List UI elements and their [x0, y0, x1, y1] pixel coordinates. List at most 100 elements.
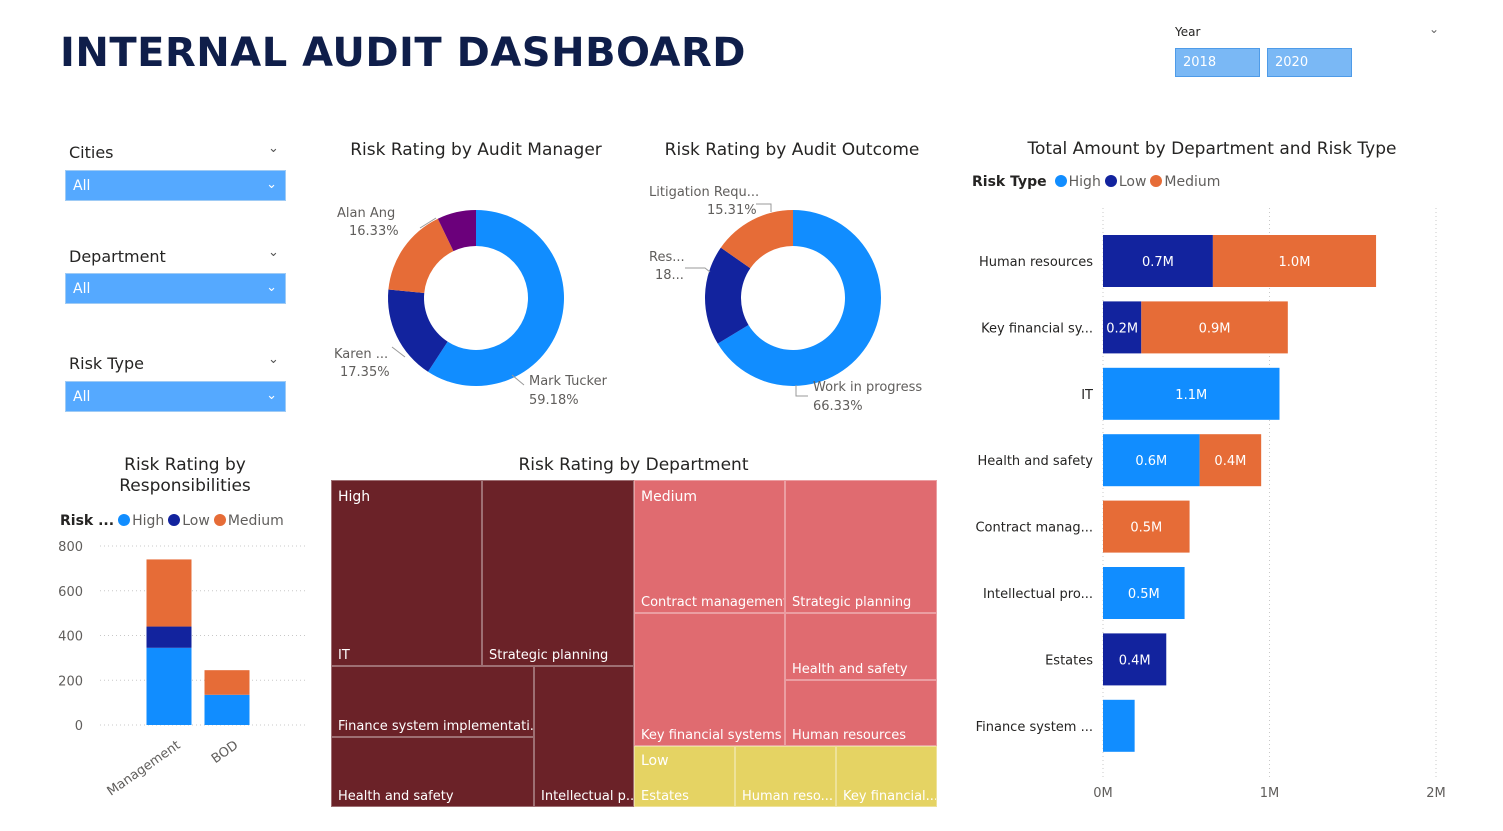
- bar-segment[interactable]: [146, 559, 192, 627]
- bar-segment[interactable]: [204, 694, 250, 725]
- chevron-down-icon[interactable]: ⌄: [268, 352, 279, 367]
- department-dropdown[interactable]: All ⌄: [65, 273, 286, 304]
- amount-legend: Risk Type High Low Medium: [972, 174, 1220, 190]
- y-tick-label: Health and safety: [977, 454, 1093, 469]
- legend-label: Medium: [1164, 174, 1221, 190]
- x-tick-label: Management: [105, 738, 184, 799]
- bar-segment[interactable]: [1103, 699, 1135, 752]
- bar-segment[interactable]: [146, 626, 192, 648]
- bar-segment[interactable]: [204, 670, 250, 695]
- legend-item-high[interactable]: High: [118, 513, 164, 529]
- cities-dropdown-value: All: [73, 178, 91, 194]
- treemap-cell[interactable]: Key financial...: [836, 746, 937, 807]
- x-tick-label: 1M: [1260, 786, 1280, 801]
- legend-label: Medium: [227, 513, 284, 529]
- legend-label: High: [1068, 174, 1101, 190]
- legend-dot-icon: [1104, 175, 1117, 187]
- legend-dot-icon: [1150, 175, 1163, 187]
- responsibilities-legend: Risk ... High Low Medium: [60, 513, 284, 529]
- y-tick-label: Estates: [1045, 653, 1093, 668]
- risk-type-dropdown-value: All: [73, 389, 91, 405]
- year-filter-label: Year: [1175, 25, 1201, 39]
- treemap-cell[interactable]: Human reso...: [735, 746, 836, 807]
- donut-manager-label: Mark Tucker: [529, 374, 607, 389]
- chevron-down-icon: ⌄: [266, 280, 277, 295]
- chevron-down-icon[interactable]: ⌄: [268, 141, 279, 156]
- chevron-down-icon: ⌄: [266, 177, 277, 192]
- bar-segment[interactable]: [146, 647, 192, 725]
- treemap-cell[interactable]: Key financial systems: [634, 613, 785, 746]
- donut-manager-pct: 16.33%: [349, 224, 399, 239]
- donut-outcome-label: Litigation Requ...: [649, 185, 760, 200]
- treemap-cell-label: Contract management: [641, 595, 785, 610]
- data-label: 0.7M: [1142, 255, 1174, 270]
- treemap-cell-label: Health and safety: [792, 662, 908, 677]
- data-label: 0.2M: [1106, 321, 1138, 336]
- chevron-down-icon[interactable]: ⌄: [268, 245, 279, 260]
- x-tick-label: BOD: [209, 738, 241, 767]
- legend-item-low[interactable]: Low: [168, 513, 210, 529]
- y-tick-label: 400: [58, 630, 83, 645]
- chevron-down-icon: ⌄: [266, 388, 277, 403]
- treemap-cell[interactable]: Health and safety: [785, 613, 937, 680]
- treemap-chart[interactable]: High IT Strategic planning Finance syste…: [331, 480, 937, 807]
- donut-manager-title: Risk Rating by Audit Manager: [350, 140, 602, 160]
- data-label: 0.5M: [1130, 521, 1162, 536]
- responsibilities-chart[interactable]: 0 200 400 600 800 Management BOD: [55, 535, 315, 800]
- y-tick-label: 200: [58, 674, 83, 689]
- department-slicer-label: Department: [69, 247, 166, 266]
- donut-outcome-pct: 15.31%: [707, 203, 757, 218]
- responsibilities-title: Risk Rating by Responsibilities: [60, 455, 310, 497]
- legend-dot-icon: [213, 514, 226, 526]
- legend-item-medium[interactable]: Medium: [213, 513, 284, 529]
- y-tick-label: 0: [75, 719, 83, 734]
- treemap-cell[interactable]: Low Estates: [634, 746, 735, 807]
- donut-manager-label: Karen ...: [334, 347, 389, 362]
- treemap-cell[interactable]: Strategic planning: [482, 480, 634, 666]
- risk-type-dropdown[interactable]: All ⌄: [65, 381, 286, 412]
- donut-outcome-title: Risk Rating by Audit Outcome: [664, 140, 920, 160]
- treemap-cell-label: Human resources: [792, 728, 907, 743]
- donut-manager-pct: 59.18%: [529, 393, 579, 408]
- treemap-cell[interactable]: Finance system implementati...: [331, 666, 534, 737]
- chevron-down-icon[interactable]: ⌄: [1429, 22, 1439, 36]
- y-tick-label: IT: [1081, 388, 1093, 403]
- treemap-cell[interactable]: Medium Contract management: [634, 480, 785, 613]
- data-label: 1.0M: [1279, 255, 1311, 270]
- legend-dot-icon: [118, 514, 131, 526]
- y-tick-label: Contract manag...: [975, 521, 1093, 536]
- year-from-input[interactable]: 2018: [1175, 48, 1260, 77]
- treemap-cell[interactable]: Intellectual p...: [534, 666, 634, 807]
- legend-item-high[interactable]: High: [1054, 174, 1101, 190]
- data-label: 0.4M: [1214, 454, 1246, 469]
- treemap-cell-label: Key financial...: [843, 789, 937, 804]
- legend-dot-icon: [168, 514, 181, 526]
- treemap-cell[interactable]: High IT: [331, 480, 482, 666]
- cities-dropdown[interactable]: All ⌄: [65, 170, 286, 201]
- data-label: 0.5M: [1128, 587, 1160, 602]
- legend-item-low[interactable]: Low: [1104, 174, 1146, 190]
- treemap-cell[interactable]: Human resources: [785, 680, 937, 746]
- legend-item-medium[interactable]: Medium: [1150, 174, 1220, 190]
- data-label: 0.9M: [1199, 321, 1231, 336]
- y-tick-label: 800: [58, 540, 83, 555]
- treemap-group-label: Medium: [641, 489, 697, 505]
- treemap-cell-label: Intellectual p...: [541, 789, 634, 804]
- data-label: 0.6M: [1135, 454, 1167, 469]
- treemap-cell-label: Health and safety: [338, 789, 454, 804]
- donut-manager-pct: 17.35%: [340, 365, 390, 380]
- treemap-group-label: High: [338, 489, 371, 505]
- donut-outcome-pct: 18...: [655, 268, 684, 283]
- treemap-cell-label: Estates: [641, 789, 689, 804]
- x-tick-label: 0M: [1093, 786, 1113, 801]
- responsibilities-title-line1: Risk Rating by: [124, 455, 246, 475]
- y-tick-label: Finance system ...: [976, 720, 1093, 735]
- treemap-cell-label: Finance system implementati...: [338, 719, 534, 734]
- legend-label: High: [132, 513, 165, 529]
- treemap-cell[interactable]: Health and safety: [331, 737, 534, 807]
- treemap-cell-label: Strategic planning: [489, 648, 609, 663]
- year-to-input[interactable]: 2020: [1267, 48, 1352, 77]
- amount-chart[interactable]: 0M 1M 2M Human resources 0.7M 1.0M Key financi…: [960, 200, 1480, 810]
- legend-label: Low: [182, 513, 210, 529]
- treemap-cell[interactable]: Strategic planning: [785, 480, 937, 613]
